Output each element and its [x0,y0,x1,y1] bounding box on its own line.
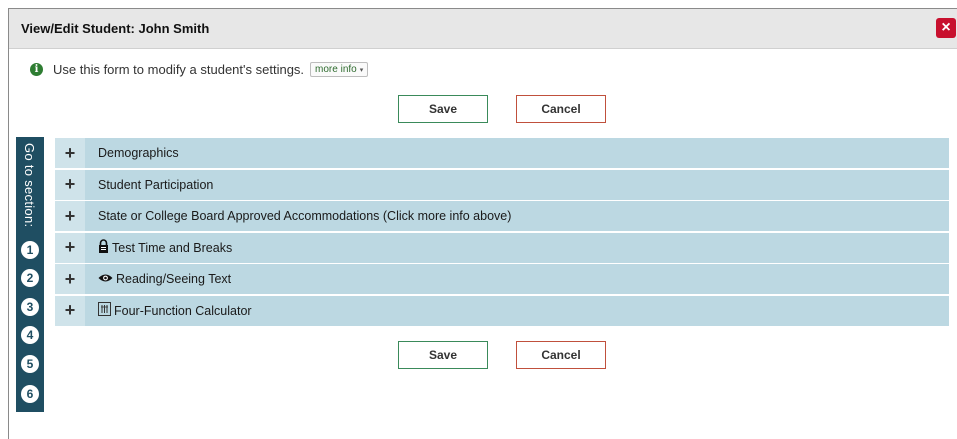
sections-list: + Demographics + Student Participation +… [55,138,949,327]
nav-section-5[interactable]: 5 [21,355,39,373]
nav-section-3[interactable]: 3 [21,298,39,316]
lock-icon [98,239,109,256]
section-label: Demographics [98,146,179,160]
cancel-button-top[interactable]: Cancel [516,95,606,123]
info-icon: i [30,63,43,76]
expand-icon[interactable]: + [55,169,85,200]
save-button-top[interactable]: Save [398,95,488,123]
dialog-titlebar: View/Edit Student: John Smith × [9,9,957,49]
section-test-time-breaks[interactable]: + Test Time and Breaks [55,232,949,263]
expand-icon[interactable]: + [55,295,85,326]
section-label: Four-Function Calculator [114,303,252,318]
info-row: i Use this form to modify a student's se… [30,62,369,77]
section-nav: Go to section: 1 2 3 4 5 6 [16,137,44,412]
section-label: State or College Board Approved Accommod… [98,209,512,223]
more-info-label: more info [315,64,357,75]
eye-icon [98,272,113,286]
cancel-button-bottom[interactable]: Cancel [516,341,606,369]
section-four-function-calculator[interactable]: + Four-Function Calculator [55,295,949,326]
section-label-wrap: Reading/Seeing Text [98,272,231,286]
info-text: Use this form to modify a student's sett… [53,62,305,77]
section-student-participation[interactable]: + Student Participation [55,169,949,200]
expand-icon[interactable]: + [55,201,85,231]
section-label-wrap: Four-Function Calculator [98,302,252,319]
section-label-wrap: Test Time and Breaks [98,239,232,256]
chevron-down-icon: ▾ [359,67,364,74]
save-button-bottom[interactable]: Save [398,341,488,369]
more-info-button[interactable]: more info ▾ [310,62,369,77]
section-reading-seeing-text[interactable]: + Reading/Seeing Text [55,264,949,294]
expand-icon[interactable]: + [55,138,85,168]
section-label: Test Time and Breaks [112,240,233,255]
section-approved-accommodations[interactable]: + State or College Board Approved Accomm… [55,201,949,231]
expand-icon[interactable]: + [55,232,85,263]
section-nav-label: Go to section: [22,143,37,228]
nav-section-4[interactable]: 4 [21,326,39,344]
nav-section-2[interactable]: 2 [21,269,39,287]
section-label: Reading/Seeing Text [116,272,232,286]
nav-section-1[interactable]: 1 [21,241,39,259]
expand-icon[interactable]: + [55,264,85,294]
nav-section-6[interactable]: 6 [21,385,39,403]
calculator-icon [98,302,111,319]
close-button[interactable]: × [936,18,956,38]
section-label: Student Participation [98,177,214,192]
dialog-title: View/Edit Student: John Smith [21,21,210,36]
section-demographics[interactable]: + Demographics [55,138,949,168]
